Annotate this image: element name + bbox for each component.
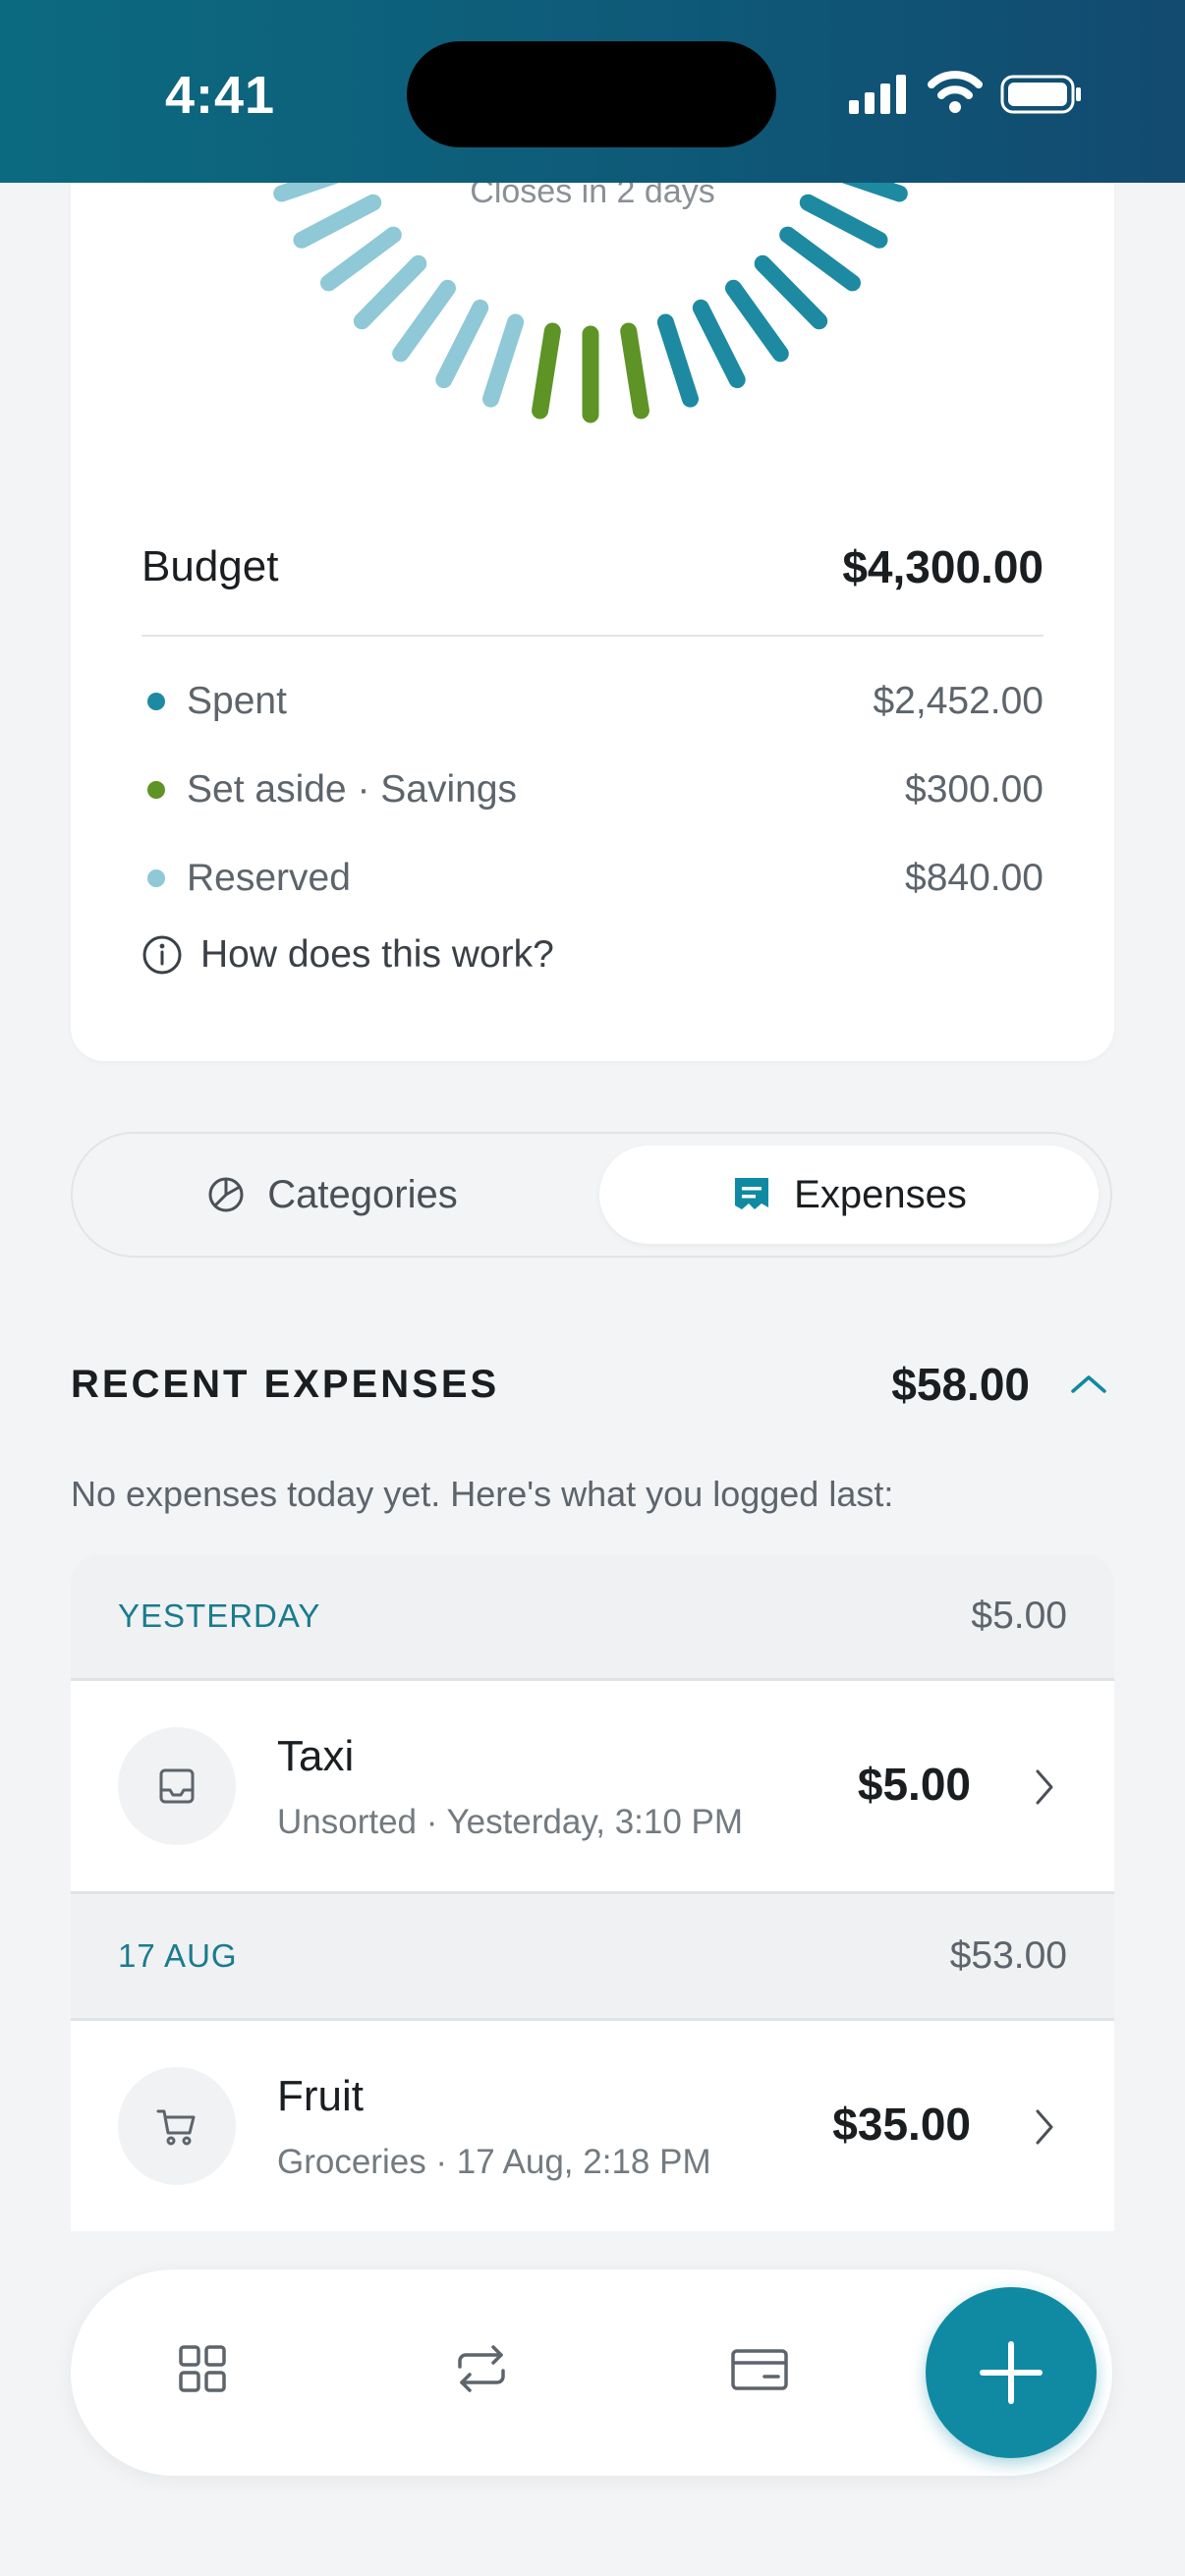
expense-item-taxi[interactable]: Taxi Unsorted · Yesterday, 3:10 PM $5.00 bbox=[71, 1681, 1114, 1891]
budget-row-reserved: Reserved $840.00 bbox=[141, 857, 1044, 900]
spent-label: Spent bbox=[187, 680, 287, 722]
ring-segment bbox=[532, 322, 561, 420]
group-label: YESTERDAY bbox=[118, 1597, 321, 1634]
signal-icon bbox=[849, 75, 906, 114]
ring-segment bbox=[435, 299, 489, 389]
how-does-this-work-label: How does this work? bbox=[200, 933, 554, 976]
group-total: $5.00 bbox=[971, 1595, 1067, 1637]
expense-subtitle: Groceries · 17 Aug, 2:18 PM bbox=[277, 2143, 711, 2181]
chevron-right-icon bbox=[1036, 1769, 1053, 1805]
dynamic-island bbox=[407, 41, 776, 147]
info-icon bbox=[142, 935, 182, 975]
how-does-this-work-link[interactable]: How does this work? bbox=[141, 933, 554, 977]
grid-icon[interactable] bbox=[177, 2343, 228, 2394]
add-expense-button[interactable] bbox=[926, 2287, 1097, 2458]
pie-chart-icon bbox=[208, 1177, 244, 1212]
ring-segment bbox=[692, 299, 746, 389]
expense-item-fruit[interactable]: Fruit Groceries · 17 Aug, 2:18 PM $35.00 bbox=[71, 2021, 1114, 2231]
receipt-icon bbox=[735, 1178, 769, 1209]
expense-title: Taxi bbox=[277, 1732, 355, 1780]
recent-expenses-header[interactable]: RECENT EXPENSES $58.00 bbox=[71, 1358, 1114, 1411]
recent-expenses-subtitle: No expenses today yet. Here's what you l… bbox=[71, 1474, 894, 1514]
battery-icon bbox=[1000, 75, 1081, 114]
card-icon[interactable] bbox=[729, 2343, 790, 2394]
expense-amount: $5.00 bbox=[857, 1759, 971, 1810]
reserved-dot bbox=[147, 869, 165, 887]
ring-segment bbox=[392, 279, 456, 363]
spent-dot bbox=[147, 693, 165, 710]
chevron-right-icon bbox=[1036, 2109, 1053, 2145]
status-bar: 4:41 bbox=[0, 0, 1185, 183]
reserved-label: Reserved bbox=[187, 857, 351, 899]
recent-expenses-total: $58.00 bbox=[891, 1359, 1030, 1410]
chevron-up-icon[interactable] bbox=[1069, 1372, 1108, 1397]
ring-segment bbox=[725, 279, 789, 363]
cart-icon bbox=[118, 2067, 236, 2185]
ring-segment bbox=[620, 322, 649, 420]
view-segmented-control: Categories Expenses bbox=[71, 1132, 1112, 1258]
ring-segment bbox=[482, 313, 525, 408]
ring-segment bbox=[320, 226, 402, 292]
reserved-value: $840.00 bbox=[905, 857, 1044, 899]
tab-categories-label: Categories bbox=[267, 1172, 458, 1216]
expense-amount: $35.00 bbox=[832, 2099, 971, 2150]
budget-row-savings: Set aside · Savings $300.00 bbox=[141, 768, 1044, 812]
spent-value: $2,452.00 bbox=[873, 680, 1044, 722]
expense-title: Fruit bbox=[277, 2072, 364, 2120]
divider bbox=[141, 635, 1044, 637]
group-header-yesterday: YESTERDAY $5.00 bbox=[71, 1554, 1114, 1678]
tab-expenses[interactable]: Expenses bbox=[599, 1146, 1099, 1244]
plus-icon bbox=[980, 2341, 1043, 2404]
budget-total-row: Budget $4,300.00 bbox=[141, 540, 1044, 593]
repeat-icon[interactable] bbox=[452, 2343, 511, 2394]
savings-label: Set aside · Savings bbox=[187, 768, 518, 811]
tab-expenses-label: Expenses bbox=[794, 1172, 967, 1216]
tab-categories[interactable]: Categories bbox=[83, 1146, 582, 1244]
ring-segment bbox=[779, 226, 861, 292]
ring-segment bbox=[353, 254, 427, 330]
budget-value: $4,300.00 bbox=[842, 541, 1044, 592]
expense-list: YESTERDAY $5.00 Taxi Unsorted · Yesterda… bbox=[71, 1554, 1114, 2242]
inbox-icon bbox=[118, 1727, 236, 1845]
savings-dot bbox=[147, 781, 165, 799]
ring-segment bbox=[754, 254, 828, 330]
expense-subtitle: Unsorted · Yesterday, 3:10 PM bbox=[277, 1803, 744, 1841]
status-time: 4:41 bbox=[165, 66, 276, 125]
budget-label: Budget bbox=[141, 542, 279, 590]
ring-segment bbox=[656, 313, 699, 408]
recent-expenses-title: RECENT EXPENSES bbox=[71, 1362, 500, 1406]
group-label: 17 AUG bbox=[118, 1937, 238, 1974]
group-header-17-aug: 17 AUG $53.00 bbox=[71, 1894, 1114, 2018]
group-total: $53.00 bbox=[949, 1934, 1067, 1977]
wifi-icon bbox=[928, 71, 983, 113]
budget-card: Closes in 2 days Budget $4,300.00 Spent … bbox=[71, 147, 1114, 1061]
savings-value: $300.00 bbox=[905, 768, 1044, 811]
budget-row-spent: Spent $2,452.00 bbox=[141, 680, 1044, 723]
